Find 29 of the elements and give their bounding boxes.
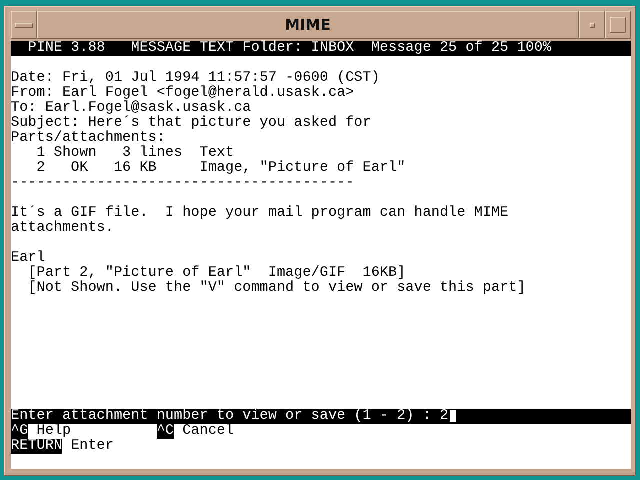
shortcut-key[interactable]: RETURN [11,439,62,454]
message-line: Earl [11,251,46,266]
parts-heading: Parts/attachments: [11,131,166,146]
message-line: [Not Shown. Use the "V" command to view or save this part] [27,281,527,296]
attachment-number-field[interactable]: 2 [440,409,449,424]
prompt-text: Enter attachment number to view or save (1 - 2) : [11,409,432,424]
separator-line: ---------------------------------------- [11,176,356,191]
shortcut-key[interactable]: ^G [11,424,28,439]
shortcut-label: Enter [71,439,114,454]
header-line: Subject: Here´s that picture you asked for [11,116,372,131]
status-bar: PINE 3.88 MESSAGE TEXT Folder: INBOX Message 25 of 25 100% [11,41,631,56]
maximize-button[interactable] [605,11,631,39]
shortcut-label: Cancel [182,424,234,439]
attachment-line: 1 Shown 3 lines Text [36,146,236,161]
message-line: [Part 2, "Picture of Earl" Image/GIF 16KB] [27,266,407,281]
attachment-line: 2 OK 16 KB Image, "Picture of Earl" [36,161,407,176]
window-menu-button[interactable] [11,11,37,39]
message-line: It´s a GIF file. I hope your mail program can handle MIME [11,206,510,221]
minimize-button[interactable] [579,11,605,39]
header-line: Date: Fri, 01 Jul 1994 11:57:57 -0600 (CST) [11,71,381,86]
shortcut-key[interactable]: ^C [156,424,174,439]
window-title: MIME [37,11,579,39]
maximize-icon [610,17,626,33]
header-line: To: Earl.Fogel@sask.usask.ca [11,101,252,116]
shortcut-label: Help [36,424,72,439]
menu-bar-icon [15,22,33,28]
message-line: attachments. [11,221,115,236]
minimize-icon [590,22,594,28]
header-line: From: Earl Fogel <fogel@herald.usask.ca> [11,86,356,101]
